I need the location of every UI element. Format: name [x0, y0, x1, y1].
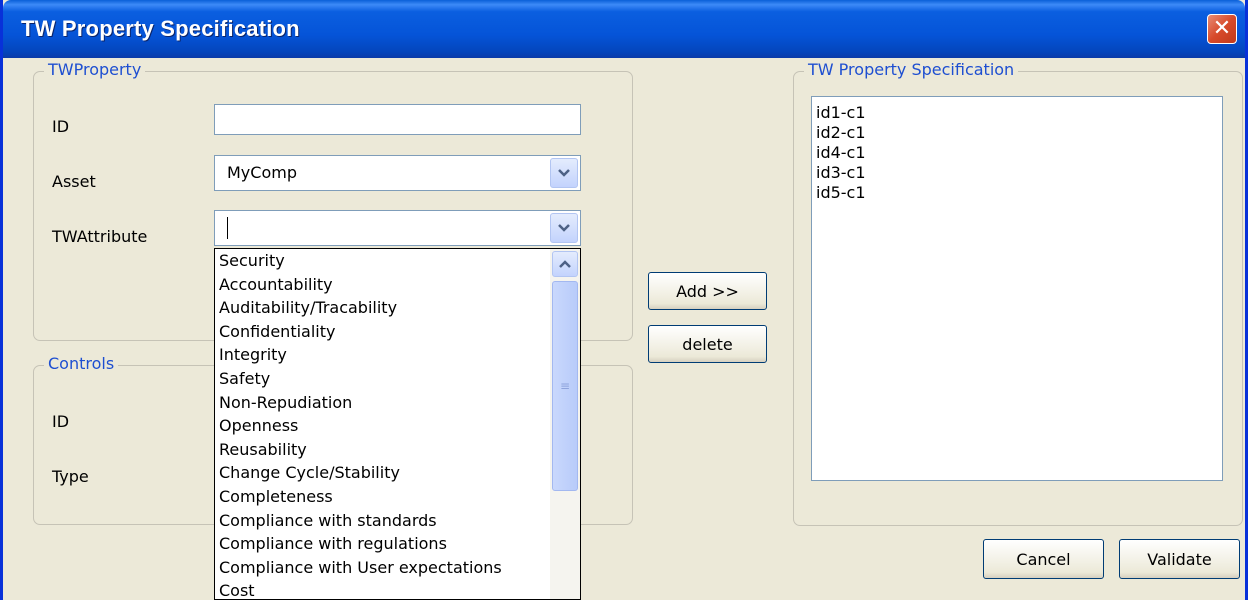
validate-button[interactable]: Validate — [1119, 539, 1240, 579]
controls-type-label: Type — [52, 467, 89, 486]
add-button[interactable]: Add >> — [648, 272, 767, 310]
dropdown-item[interactable]: Cost — [215, 579, 580, 599]
dropdown-item[interactable]: Auditability/Tracability — [215, 296, 580, 320]
chevron-up-icon[interactable] — [552, 251, 578, 277]
dropdown-item[interactable]: Completeness — [215, 485, 580, 509]
dropdown-item[interactable]: Security — [215, 249, 580, 273]
id-input[interactable] — [214, 104, 581, 135]
title-bar[interactable]: TW Property Specification ✕ — [3, 0, 1245, 58]
close-icon: ✕ — [1212, 16, 1232, 41]
controls-legend: Controls — [44, 354, 119, 373]
asset-select[interactable]: MyComp — [214, 155, 581, 191]
dropdown-item[interactable]: Reusability — [215, 438, 580, 462]
text-caret — [227, 217, 228, 239]
twattribute-dropdown-list[interactable]: Security Accountability Auditability/Traca… — [214, 248, 581, 600]
dropdown-item[interactable]: Change Cycle/Stability — [215, 461, 580, 485]
dropdown-item[interactable]: Integrity — [215, 343, 580, 367]
window-title: TW Property Specification — [21, 16, 300, 41]
spec-legend: TW Property Specification — [804, 60, 1019, 79]
dropdown-item[interactable]: Compliance with regulations — [215, 532, 580, 556]
dropdown-item[interactable]: Compliance with standards — [215, 509, 580, 533]
dropdown-items: Security Accountability Auditability/Traca… — [215, 249, 580, 599]
id-label: ID — [52, 117, 70, 136]
dropdown-item[interactable]: Openness — [215, 414, 580, 438]
scrollbar-thumb[interactable]: ≡ — [552, 281, 578, 491]
chevron-down-icon[interactable] — [550, 213, 578, 243]
list-item[interactable]: id3-c1 — [816, 163, 1222, 183]
twproperty-legend: TWProperty — [44, 60, 146, 79]
twattribute-label: TWAttribute — [52, 227, 148, 246]
list-item[interactable]: id4-c1 — [816, 143, 1222, 163]
list-item[interactable]: id1-c1 — [816, 103, 1222, 123]
spec-listbox[interactable]: id1-c1 id2-c1 id4-c1 id3-c1 id5-c1 — [811, 96, 1223, 481]
delete-button[interactable]: delete — [648, 325, 767, 363]
dropdown-item[interactable]: Non-Repudiation — [215, 391, 580, 415]
dropdown-item[interactable]: Confidentiality — [215, 320, 580, 344]
controls-id-label: ID — [52, 412, 70, 431]
twattribute-select[interactable] — [214, 210, 581, 246]
dialog-window: TW Property Specification ✕ TWProperty I… — [0, 0, 1248, 600]
cancel-button[interactable]: Cancel — [983, 539, 1104, 579]
chevron-down-icon[interactable] — [550, 158, 578, 188]
asset-selected-value: MyComp — [227, 163, 297, 182]
dropdown-scrollbar[interactable]: ≡ — [550, 249, 580, 599]
dropdown-item[interactable]: Compliance with User expectations — [215, 556, 580, 580]
list-item[interactable]: id5-c1 — [816, 183, 1222, 203]
dropdown-item[interactable]: Safety — [215, 367, 580, 391]
dropdown-item[interactable]: Accountability — [215, 273, 580, 297]
list-item[interactable]: id2-c1 — [816, 123, 1222, 143]
close-button[interactable]: ✕ — [1207, 14, 1237, 44]
asset-label: Asset — [52, 172, 96, 191]
